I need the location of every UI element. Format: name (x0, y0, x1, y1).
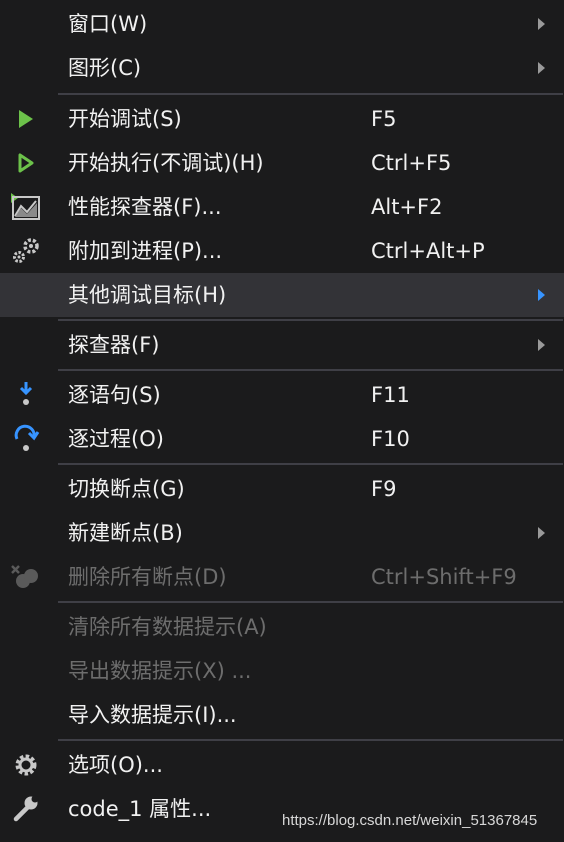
menu-item-start-debugging[interactable]: 开始调试(S) F5 (0, 97, 564, 141)
menu-item-label: 性能探查器(F)... (68, 195, 222, 219)
submenu-arrow-icon (538, 62, 545, 74)
menu-separator (58, 463, 563, 465)
menu-item-profiler[interactable]: 探查器(F) (0, 323, 564, 367)
menu-item-window[interactable]: 窗口(W) (0, 2, 564, 46)
menu-item-toggle-breakpoint[interactable]: 切换断点(G) F9 (0, 467, 564, 511)
play-solid-icon (6, 103, 44, 135)
menu-item-label: 逐过程(O) (68, 427, 164, 451)
menu-item-shortcut: F5 (371, 107, 397, 131)
gears-icon (6, 235, 44, 267)
menu-item-label: 删除所有断点(D) (68, 565, 227, 589)
menu-item-label: 导出数据提示(X) ... (68, 659, 252, 683)
menu-item-start-without-debugging[interactable]: 开始执行(不调试)(H) Ctrl+F5 (0, 141, 564, 185)
menu-item-label: code_1 属性... (68, 797, 212, 821)
menu-item-attach-to-process[interactable]: 附加到进程(P)... Ctrl+Alt+P (0, 229, 564, 273)
menu-item-performance-profiler[interactable]: 性能探查器(F)... Alt+F2 (0, 185, 564, 229)
menu-separator (58, 739, 563, 741)
menu-item-step-over[interactable]: 逐过程(O) F10 (0, 417, 564, 461)
gear-icon (6, 749, 44, 781)
menu-item-label: 导入数据提示(I)... (68, 703, 237, 727)
menu-item-other-debug-targets[interactable]: 其他调试目标(H) (0, 273, 564, 317)
menu-item-label: 开始执行(不调试)(H) (68, 151, 264, 175)
submenu-arrow-icon (538, 18, 545, 30)
menu-item-label: 新建断点(B) (68, 521, 183, 545)
menu-item-label: 逐语句(S) (68, 383, 161, 407)
submenu-arrow-icon (538, 289, 545, 301)
performance-chart-icon (6, 191, 44, 223)
menu-item-step-into[interactable]: 逐语句(S) F11 (0, 373, 564, 417)
menu-item-shortcut: F10 (371, 427, 410, 451)
step-into-icon (6, 379, 44, 411)
play-outline-icon (6, 147, 44, 179)
menu-item-export-datatips[interactable]: 导出数据提示(X) ... (0, 649, 564, 693)
menu-separator (58, 601, 563, 603)
menu-item-label: 窗口(W) (68, 12, 148, 36)
menu-item-import-datatips[interactable]: 导入数据提示(I)... (0, 693, 564, 737)
menu-item-label: 探查器(F) (68, 333, 160, 357)
submenu-arrow-icon (538, 527, 545, 539)
debug-menu: 窗口(W) 图形(C) 开始调试(S) F5 开始执行(不调试)(H) Ctrl… (0, 0, 564, 842)
menu-item-shortcut: Ctrl+F5 (371, 151, 452, 175)
delete-breakpoints-icon (6, 561, 44, 593)
menu-item-clear-all-datatips[interactable]: 清除所有数据提示(A) (0, 605, 564, 649)
menu-item-label: 开始调试(S) (68, 107, 182, 131)
menu-item-shortcut: F11 (371, 383, 410, 407)
menu-item-label: 切换断点(G) (68, 477, 185, 501)
menu-separator (58, 369, 563, 371)
menu-separator (58, 319, 563, 321)
menu-item-shortcut: Alt+F2 (371, 195, 443, 219)
menu-item-label: 清除所有数据提示(A) (68, 615, 267, 639)
wrench-icon (6, 793, 44, 825)
menu-item-label: 图形(C) (68, 56, 142, 80)
menu-item-label: 其他调试目标(H) (68, 283, 227, 307)
watermark-url: https://blog.csdn.net/weixin_51367845 (282, 812, 538, 829)
menu-item-graphics[interactable]: 图形(C) (0, 46, 564, 90)
menu-item-shortcut: F9 (371, 477, 397, 501)
menu-item-shortcut: Ctrl+Shift+F9 (371, 565, 517, 589)
menu-item-options[interactable]: 选项(O)... (0, 743, 564, 787)
step-over-icon (6, 423, 44, 455)
menu-item-new-breakpoint[interactable]: 新建断点(B) (0, 511, 564, 555)
menu-item-label: 附加到进程(P)... (68, 239, 223, 263)
submenu-arrow-icon (538, 339, 545, 351)
menu-item-label: 选项(O)... (68, 753, 163, 777)
menu-separator (58, 93, 563, 95)
menu-item-shortcut: Ctrl+Alt+P (371, 239, 485, 263)
menu-item-delete-all-breakpoints[interactable]: 删除所有断点(D) Ctrl+Shift+F9 (0, 555, 564, 599)
